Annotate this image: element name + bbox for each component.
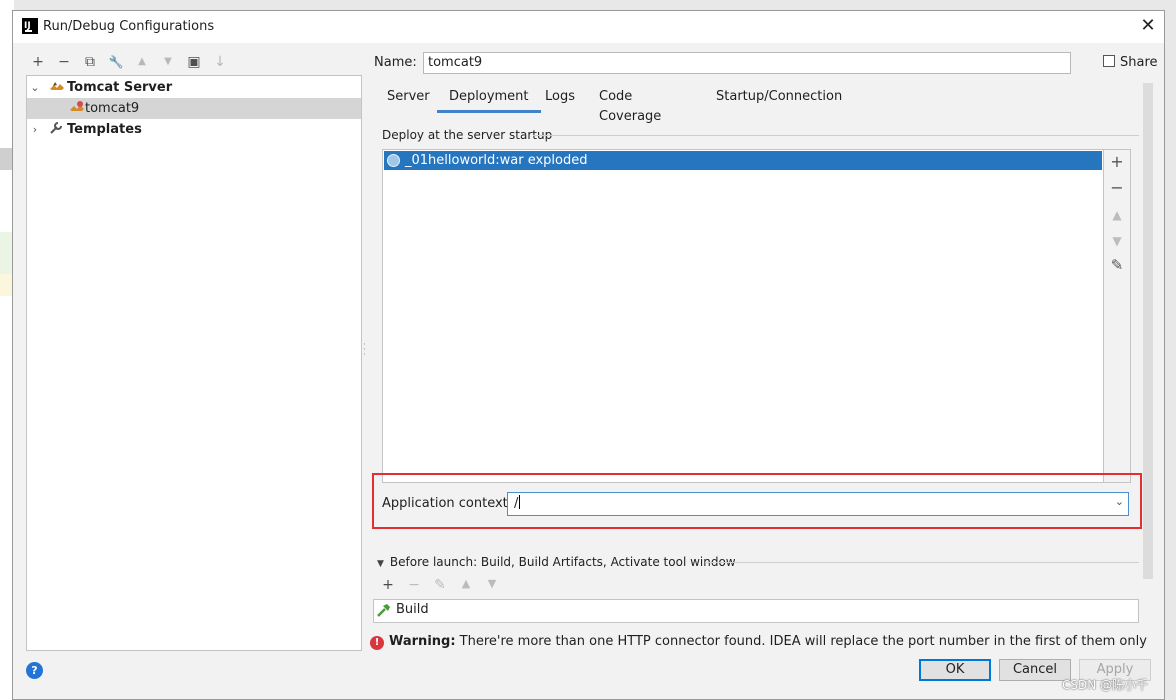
name-label: Name: [374, 55, 417, 70]
list-item[interactable]: Build [374, 600, 429, 620]
wrench-icon [49, 119, 63, 140]
copy-icon[interactable]: ⧉ [81, 53, 99, 71]
tab-deployment[interactable]: Deployment [437, 87, 541, 113]
splitter-handle[interactable]: · · · [363, 341, 366, 360]
error-icon: ! [370, 636, 384, 650]
tomcat-config-icon [69, 98, 85, 119]
before-launch-title: Before launch: Build, Build Artifacts, A… [389, 555, 736, 569]
remove-icon[interactable]: − [405, 577, 423, 593]
share-label: Share [1120, 55, 1158, 70]
list-item[interactable]: _01helloworld:war exploded [384, 151, 1102, 170]
deployment-tools: + − ▲ ▼ ✎ [1104, 149, 1131, 483]
name-field[interactable]: tomcat9 [423, 52, 1071, 74]
watermark: CSDN @陈小千 [1062, 678, 1149, 692]
panel-scrollbar[interactable] [1143, 83, 1153, 579]
run-debug-configurations-dialog: IJ Run/Debug Configurations ✕ + − ⧉ 🔧 ▲ … [12, 10, 1165, 700]
edit-icon[interactable]: ✎ [431, 577, 449, 593]
move-up-icon[interactable]: ▲ [133, 53, 151, 71]
divider [533, 135, 1139, 136]
chevron-down-icon[interactable]: ⌄ [1115, 495, 1124, 508]
ok-button[interactable]: OK [919, 659, 991, 681]
chevron-right-icon[interactable]: › [29, 119, 41, 140]
artifact-icon [387, 154, 400, 167]
new-folder-icon[interactable]: ▣ [185, 53, 203, 71]
artifact-label: _01helloworld:war exploded [405, 153, 588, 168]
warning-text: There're more than one HTTP connector fo… [455, 634, 1147, 649]
add-icon[interactable]: + [29, 53, 47, 71]
add-icon[interactable]: + [379, 577, 397, 593]
divider [705, 562, 1139, 563]
application-context-value[interactable]: / [514, 496, 518, 511]
tree-item-label: Templates [67, 122, 142, 137]
tree-item-templates[interactable]: › Templates [27, 119, 361, 140]
move-up-icon[interactable]: ▲ [1104, 208, 1130, 222]
warning-message: ! Warning: There're more than one HTTP co… [370, 634, 1147, 650]
help-icon[interactable]: ? [26, 662, 43, 679]
build-label: Build [396, 602, 429, 617]
tab-server[interactable]: Server [375, 87, 442, 113]
cancel-button[interactable]: Cancel [999, 659, 1071, 681]
deploy-group-title: Deploy at the server startup [382, 128, 553, 142]
before-launch-header[interactable]: ▼ Before launch: Build, Build Artifacts, … [377, 555, 736, 569]
warning-label: Warning: [389, 634, 456, 649]
tab-startup-connection[interactable]: Startup/Connection [704, 87, 854, 113]
sort-icon[interactable]: ↓ [211, 53, 229, 71]
text-caret [519, 495, 521, 509]
add-icon[interactable]: + [1104, 152, 1130, 171]
chevron-down-icon[interactable]: ⌄ [29, 77, 41, 98]
tree-item-label: tomcat9 [85, 101, 140, 116]
remove-icon[interactable]: − [55, 53, 73, 71]
application-context-label: Application context: [382, 496, 513, 511]
move-down-icon[interactable]: ▼ [1104, 234, 1130, 248]
move-down-icon[interactable]: ▼ [483, 577, 501, 590]
tree-item-tomcat-server[interactable]: ⌄ Tomcat Server [27, 77, 361, 98]
tab-code-coverage[interactable]: Code Coverage [587, 87, 673, 124]
move-up-icon[interactable]: ▲ [457, 577, 475, 590]
title-bar: IJ Run/Debug Configurations ✕ [13, 11, 1164, 43]
tomcat-icon [49, 77, 65, 98]
edit-icon[interactable]: ✎ [1104, 256, 1130, 274]
deployment-list[interactable]: _01helloworld:war exploded [382, 149, 1104, 483]
tree-item-label: Tomcat Server [67, 80, 173, 95]
checkbox-icon[interactable] [1103, 55, 1115, 67]
share-checkbox[interactable]: Share [1103, 55, 1158, 70]
move-down-icon[interactable]: ▼ [159, 53, 177, 71]
configurations-tree: ⌄ Tomcat Server tomcat9 › Templates [26, 75, 362, 651]
before-launch-list[interactable]: Build [373, 599, 1139, 623]
wrench-icon[interactable]: 🔧 [107, 53, 125, 71]
application-context-combobox[interactable]: / ⌄ [507, 492, 1129, 516]
intellij-app-icon: IJ [22, 18, 38, 34]
tree-item-tomcat9[interactable]: tomcat9 [27, 98, 361, 119]
close-icon[interactable]: ✕ [1138, 16, 1158, 36]
tab-logs[interactable]: Logs [533, 87, 587, 113]
remove-icon[interactable]: − [1104, 178, 1130, 197]
collapse-triangle-icon[interactable]: ▼ [377, 559, 384, 569]
hammer-icon [377, 603, 391, 617]
window-title: Run/Debug Configurations [43, 19, 215, 34]
